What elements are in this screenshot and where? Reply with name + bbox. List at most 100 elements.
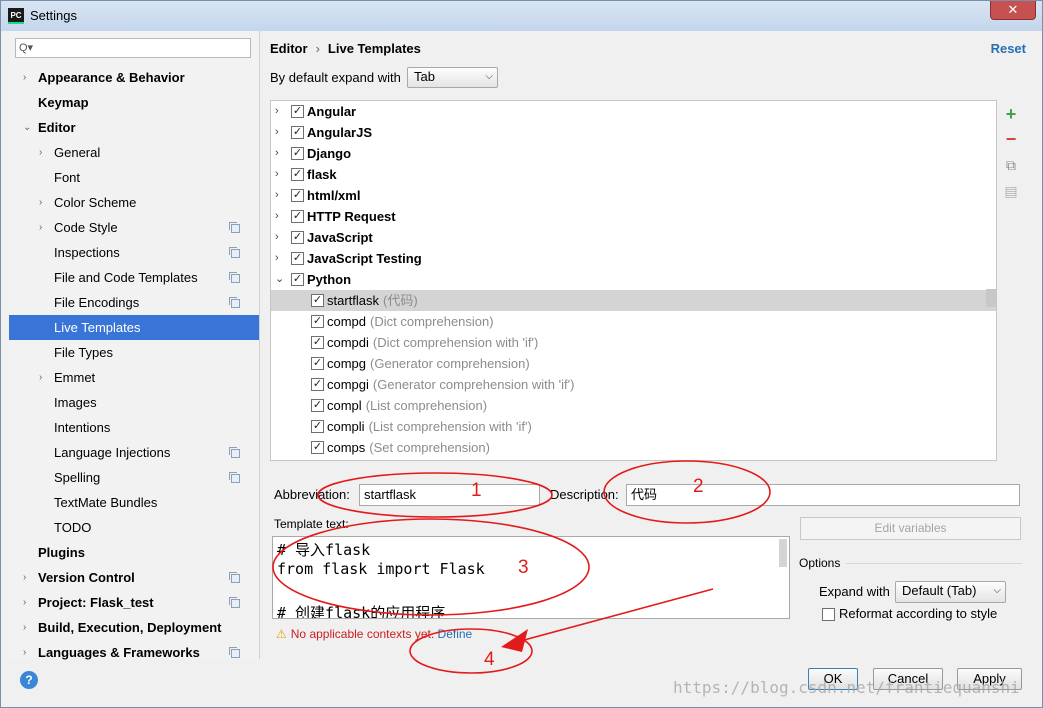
- chevron-right-icon[interactable]: ›: [275, 101, 279, 122]
- sidebar-item-file-encodings[interactable]: File Encodings: [9, 290, 259, 315]
- template-group-row[interactable]: › ✓ Django: [271, 143, 996, 164]
- edit-variables-button[interactable]: Edit variables: [800, 517, 1021, 540]
- template-checkbox[interactable]: ✓: [291, 273, 304, 286]
- template-group-row[interactable]: › ✓ flask: [271, 164, 996, 185]
- change-context-icon[interactable]: ▤: [1000, 180, 1022, 202]
- sidebar-item-spelling[interactable]: Spelling: [9, 465, 259, 490]
- remove-template-icon[interactable]: −: [1000, 128, 1022, 150]
- templates-scrollbar[interactable]: [986, 289, 996, 307]
- template-checkbox[interactable]: ✓: [311, 378, 324, 391]
- template-checkbox[interactable]: ✓: [311, 357, 324, 370]
- sidebar-item-color-scheme[interactable]: › Color Scheme: [9, 190, 259, 215]
- sidebar-item-live-templates[interactable]: Live Templates: [9, 315, 259, 340]
- sidebar-item-label: Color Scheme: [54, 195, 137, 210]
- sidebar-item-code-style[interactable]: › Code Style: [9, 215, 259, 240]
- sidebar-item-appearance-behavior[interactable]: › Appearance & Behavior: [9, 65, 259, 90]
- chevron-down-icon: ⌵: [485, 71, 493, 82]
- sidebar-item-font[interactable]: Font: [9, 165, 259, 190]
- template-checkbox[interactable]: ✓: [291, 147, 304, 160]
- template-row[interactable]: ✓ compg (Generator comprehension): [271, 353, 996, 374]
- sidebar-item-version-control[interactable]: › Version Control: [9, 565, 259, 590]
- chevron-right-icon[interactable]: ›: [23, 565, 26, 590]
- sidebar-item-general[interactable]: › General: [9, 140, 259, 165]
- template-group-row[interactable]: › ✓ html/xml: [271, 185, 996, 206]
- help-icon[interactable]: ?: [20, 671, 38, 689]
- chevron-right-icon[interactable]: ›: [23, 590, 26, 615]
- sidebar-item-inspections[interactable]: Inspections: [9, 240, 259, 265]
- chevron-right-icon[interactable]: ›: [39, 215, 42, 240]
- copy-template-icon[interactable]: ⧉: [1000, 154, 1022, 176]
- sidebar-item-keymap[interactable]: Keymap: [9, 90, 259, 115]
- chevron-right-icon[interactable]: ›: [23, 640, 26, 665]
- search-input[interactable]: [38, 40, 243, 55]
- template-checkbox[interactable]: ✓: [311, 336, 324, 349]
- template-checkbox[interactable]: ✓: [291, 189, 304, 202]
- close-button[interactable]: ✕: [990, 1, 1036, 20]
- sidebar-item-textmate-bundles[interactable]: TextMate Bundles: [9, 490, 259, 515]
- template-group-row[interactable]: › ✓ AngularJS: [271, 122, 996, 143]
- template-checkbox[interactable]: ✓: [311, 315, 324, 328]
- template-row[interactable]: ✓ startflask (代码): [271, 290, 996, 311]
- chevron-right-icon[interactable]: ›: [39, 140, 42, 165]
- template-checkbox[interactable]: ✓: [291, 252, 304, 265]
- description-field[interactable]: 代码: [626, 484, 1020, 506]
- template-name: Angular: [307, 104, 357, 119]
- template-checkbox[interactable]: ✓: [311, 399, 324, 412]
- template-checkbox[interactable]: ✓: [291, 168, 304, 181]
- chevron-right-icon[interactable]: ›: [275, 185, 279, 206]
- sidebar-item-build-execution-deployment[interactable]: › Build, Execution, Deployment: [9, 615, 259, 640]
- sidebar-item-editor[interactable]: ⌄ Editor: [9, 115, 259, 140]
- chevron-right-icon[interactable]: ›: [275, 143, 279, 164]
- chevron-right-icon[interactable]: ›: [275, 206, 279, 227]
- sidebar-item-todo[interactable]: TODO: [9, 515, 259, 540]
- chevron-down-icon[interactable]: ⌄: [275, 269, 284, 290]
- template-group-row[interactable]: › ✓ Angular: [271, 101, 996, 122]
- template-row[interactable]: ✓ compl (List comprehension): [271, 395, 996, 416]
- reset-link[interactable]: Reset: [991, 41, 1026, 56]
- template-group-row[interactable]: › ✓ JavaScript Testing: [271, 248, 996, 269]
- sidebar-item-file-types[interactable]: File Types: [9, 340, 259, 365]
- sidebar-item-language-injections[interactable]: Language Injections: [9, 440, 259, 465]
- chevron-right-icon[interactable]: ›: [23, 65, 26, 90]
- add-template-icon[interactable]: +: [1000, 103, 1022, 125]
- chevron-right-icon[interactable]: ›: [275, 227, 279, 248]
- abbreviation-field[interactable]: startflask: [359, 484, 540, 506]
- template-checkbox[interactable]: ✓: [291, 231, 304, 244]
- template-checkbox[interactable]: ✓: [291, 126, 304, 139]
- reformat-checkbox[interactable]: [822, 608, 835, 621]
- template-group-row[interactable]: ⌄ ✓ Python: [271, 269, 996, 290]
- sidebar-item-file-and-code-templates[interactable]: File and Code Templates: [9, 265, 259, 290]
- chevron-right-icon[interactable]: ›: [23, 615, 26, 640]
- template-row[interactable]: ✓ compgi (Generator comprehension with 'if…: [271, 374, 996, 395]
- settings-search[interactable]: Q▾: [15, 38, 251, 58]
- default-expand-select[interactable]: Tab ⌵: [407, 67, 498, 88]
- sidebar-item-languages-frameworks[interactable]: › Languages & Frameworks: [9, 640, 259, 665]
- chevron-down-icon[interactable]: ⌄: [23, 115, 31, 140]
- template-checkbox[interactable]: ✓: [311, 441, 324, 454]
- sidebar-item-emmet[interactable]: › Emmet: [9, 365, 259, 390]
- template-row[interactable]: ✓ compdi (Dict comprehension with 'if'): [271, 332, 996, 353]
- sidebar-item-plugins[interactable]: Plugins: [9, 540, 259, 565]
- template-group-row[interactable]: › ✓ HTTP Request: [271, 206, 996, 227]
- template-text-editor[interactable]: # 导入flask from flask import Flask # 创建flas…: [272, 536, 790, 619]
- template-row[interactable]: ✓ compd (Dict comprehension): [271, 311, 996, 332]
- sidebar-item-intentions[interactable]: Intentions: [9, 415, 259, 440]
- expand-with-select[interactable]: Default (Tab) ⌵: [895, 581, 1006, 603]
- template-row[interactable]: ✓ compli (List comprehension with 'if'): [271, 416, 996, 437]
- sidebar-item-images[interactable]: Images: [9, 390, 259, 415]
- template-group-row[interactable]: › ✓ JavaScript: [271, 227, 996, 248]
- chevron-right-icon[interactable]: ›: [275, 248, 279, 269]
- template-row[interactable]: ✓ comps (Set comprehension): [271, 437, 996, 458]
- template-text-scrollbar[interactable]: [779, 539, 787, 567]
- chevron-right-icon[interactable]: ›: [39, 190, 42, 215]
- sidebar-item-project-flask-test[interactable]: › Project: Flask_test: [9, 590, 259, 615]
- chevron-right-icon[interactable]: ›: [275, 122, 279, 143]
- template-checkbox[interactable]: ✓: [311, 294, 324, 307]
- chevron-right-icon[interactable]: ›: [275, 164, 279, 185]
- template-name: HTTP Request: [307, 209, 396, 224]
- template-checkbox[interactable]: ✓: [311, 420, 324, 433]
- chevron-right-icon[interactable]: ›: [39, 365, 42, 390]
- template-checkbox[interactable]: ✓: [291, 105, 304, 118]
- template-checkbox[interactable]: ✓: [291, 210, 304, 223]
- define-context-link[interactable]: Define: [438, 627, 473, 641]
